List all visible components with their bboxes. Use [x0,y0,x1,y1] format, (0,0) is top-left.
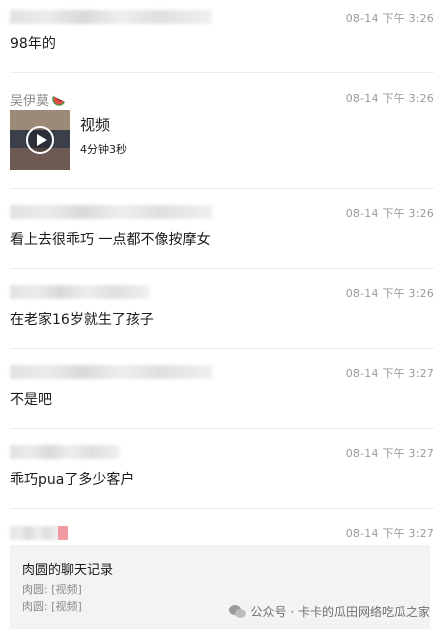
message-time: 08-14 下午 3:26 [345,12,434,25]
message-time: 08-14 下午 3:27 [345,527,434,540]
watermark-text: 公众号 · 卡卡的瓜田网络吃瓜之家 [250,605,430,619]
wechat-icon [228,604,247,619]
sender-name: 吴伊莫 [10,90,66,109]
blurred-sender-name [10,205,212,219]
message-text: 乖巧pua了多少客户 [10,472,135,488]
watermark: 公众号 · 卡卡的瓜田网络吃瓜之家 [228,603,430,620]
blurred-sender-name [10,365,212,379]
message-text: 在老家16岁就生了孩子 [10,312,154,328]
blurred-sender-name [10,285,150,299]
blurred-avatar-mark [58,526,68,540]
blurred-sender-name [10,445,120,459]
message-time: 08-14 下午 3:27 [345,367,434,380]
message-time: 08-14 下午 3:26 [345,207,434,220]
video-thumbnail[interactable] [10,110,70,170]
blurred-sender-name [10,10,212,24]
divider [10,428,434,429]
message-text: 不是吧 [10,392,52,408]
chat-record-line: 肉圆: [视频] [22,583,82,596]
video-duration: 4分钟3秒 [80,143,127,156]
sender-name-text: 吴伊莫 [10,94,50,109]
chat-record-title: 肉圆的聊天记录 [22,563,114,578]
divider [10,508,434,509]
chat-record-line: 肉圆: [视频] [22,600,82,613]
play-icon[interactable] [26,126,54,154]
message-time: 08-14 下午 3:27 [345,447,434,460]
divider [10,188,434,189]
divider [10,268,434,269]
message-text: 98年的 [10,36,56,52]
blurred-sender-name [10,526,60,540]
divider [10,348,434,349]
watermelon-icon [52,96,66,106]
message-time: 08-14 下午 3:26 [345,92,434,105]
divider [10,72,434,73]
video-title[interactable]: 视频 [80,114,110,135]
message-text: 看上去很乖巧 一点都不像按摩女 [10,232,211,248]
message-time: 08-14 下午 3:26 [345,287,434,300]
